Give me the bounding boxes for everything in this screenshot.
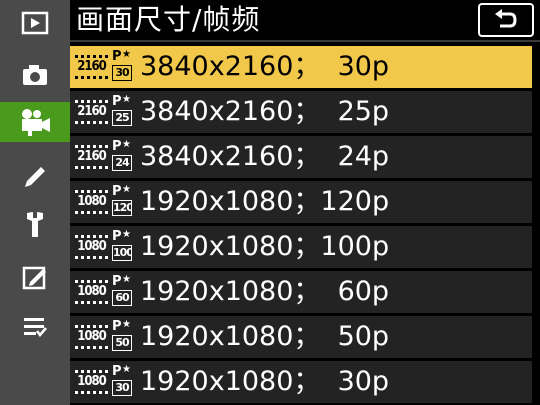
- option-1920x1080-50p[interactable]: 1080 P ★ 50 1920x1080； 50p: [70, 316, 532, 358]
- frame-rate-icon: P ★ 24: [112, 139, 132, 171]
- option-3840x2160-24p[interactable]: 2160 P ★ 24 3840x2160； 24p: [70, 136, 532, 178]
- option-label: 1920x1080；100p: [140, 231, 390, 262]
- tab-retouch[interactable]: [0, 257, 70, 297]
- frame-size-badge: 1080: [75, 190, 108, 214]
- frame-size-badge: 1080: [75, 280, 108, 304]
- tab-custom-settings[interactable]: [0, 155, 70, 195]
- frame-rate-icon: P ★ 30: [112, 364, 132, 396]
- option-1920x1080-100p[interactable]: 1080 P ★ 100 1920x1080；100p: [70, 226, 532, 268]
- camera-icon: [23, 65, 47, 85]
- option-label: 3840x2160； 25p: [140, 96, 390, 127]
- option-1920x1080-30p[interactable]: 1080 P ★ 30 1920x1080； 30p: [70, 361, 532, 403]
- option-label: 3840x2160； 24p: [140, 141, 390, 172]
- option-label: 3840x2160； 30p: [140, 51, 390, 82]
- back-arrow-icon: [495, 9, 517, 28]
- option-3840x2160-30p[interactable]: 2160 P ★ 30 3840x2160； 30p: [70, 46, 532, 88]
- tab-setup[interactable]: [0, 205, 70, 245]
- tab-my-menu[interactable]: [0, 306, 70, 346]
- option-3840x2160-25p[interactable]: 2160 P ★ 25 3840x2160； 25p: [70, 91, 532, 133]
- option-label: 1920x1080； 60p: [140, 276, 390, 307]
- tab-movie-shooting[interactable]: [0, 102, 70, 142]
- tab-playback[interactable]: [0, 3, 70, 43]
- retouch-icon: [22, 266, 46, 290]
- my-menu-icon: [24, 318, 47, 337]
- frame-rate-icon: P ★ 120: [112, 184, 132, 216]
- frame-size-badge: 1080: [75, 370, 108, 394]
- movie-camera-icon: [22, 109, 50, 136]
- option-label: 1920x1080； 30p: [140, 366, 390, 397]
- page-title: 画面尺寸/帧频: [76, 3, 261, 36]
- frame-rate-icon: P ★ 25: [112, 94, 132, 126]
- header-divider: [70, 40, 540, 42]
- frame-size-badge: 2160: [75, 145, 108, 169]
- playback-icon: [21, 11, 49, 35]
- frame-size-badge: 1080: [75, 235, 108, 259]
- option-label: 1920x1080； 50p: [140, 321, 390, 352]
- frame-size-badge: 1080: [75, 325, 108, 349]
- back-button[interactable]: [478, 3, 534, 37]
- option-1920x1080-60p[interactable]: 1080 P ★ 60 1920x1080； 60p: [70, 271, 532, 313]
- wrench-icon: [27, 211, 43, 237]
- menu-tab-sidebar: [0, 0, 70, 405]
- frame-rate-icon: P ★ 60: [112, 274, 132, 306]
- pencil-icon: [25, 167, 45, 187]
- frame-size-badge: 2160: [75, 55, 108, 79]
- option-label: 1920x1080；120p: [140, 186, 390, 217]
- frame-size-badge: 2160: [75, 100, 108, 124]
- frame-size-rate-list: 2160 P ★ 30 3840x2160； 30p 2160 P ★ 25 3840x…: [70, 44, 532, 405]
- frame-rate-icon: P ★ 30: [112, 49, 132, 81]
- frame-rate-icon: P ★ 50: [112, 319, 132, 351]
- tab-photo-shooting[interactable]: [0, 55, 70, 95]
- frame-rate-icon: P ★ 100: [112, 229, 132, 261]
- option-1920x1080-120p[interactable]: 1080 P ★ 120 1920x1080；120p: [70, 181, 532, 223]
